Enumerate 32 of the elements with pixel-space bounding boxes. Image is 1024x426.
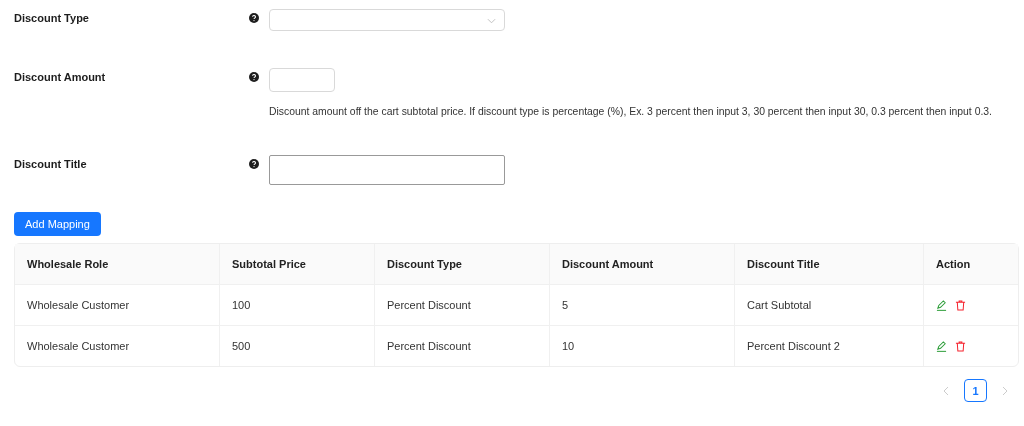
chevron-down-icon — [487, 18, 496, 24]
add-mapping-button[interactable]: Add Mapping — [14, 212, 101, 236]
input-field[interactable] — [269, 155, 505, 185]
trash-icon[interactable] — [955, 300, 966, 312]
help-icon[interactable] — [249, 72, 259, 82]
column-header: Discount Title — [735, 244, 924, 285]
table-cell: Wholesale Customer — [15, 326, 220, 366]
table-cell: Cart Subtotal — [735, 285, 924, 326]
table-cell: 10 — [550, 326, 735, 366]
column-header: Subtotal Price — [220, 244, 375, 285]
table-cell: Percent Discount — [375, 285, 550, 326]
pencil-icon[interactable] — [936, 300, 947, 312]
column-header: Discount Amount — [550, 244, 735, 285]
field-label: Discount Amount — [14, 70, 107, 83]
pencil-icon[interactable] — [936, 341, 947, 353]
field-label: Discount Title — [14, 157, 88, 170]
page-button[interactable]: 1 — [964, 379, 987, 402]
field-label: Discount Type — [14, 11, 90, 24]
trash-icon[interactable] — [955, 341, 966, 353]
table-cell: Wholesale Customer — [15, 285, 220, 326]
help-icon[interactable] — [249, 13, 259, 23]
table-cell: 5 — [550, 285, 735, 326]
table-cell: 100 — [220, 285, 375, 326]
help-text: Discount amount off the cart subtotal price. If discount type is percentage (%), Ex. 3 percent then input 3, 30 percent then input 30, 0.3 percent then input 0.3. — [269, 106, 992, 117]
select-field[interactable] — [269, 9, 505, 31]
table-cell: 500 — [220, 326, 375, 366]
table-cell: Percent Discount 2 — [735, 326, 924, 366]
help-icon[interactable] — [249, 159, 259, 169]
column-header: Action — [924, 244, 1018, 285]
column-header: Wholesale Role — [15, 244, 220, 285]
table-cell: Percent Discount — [375, 326, 550, 366]
column-header: Discount Type — [375, 244, 550, 285]
